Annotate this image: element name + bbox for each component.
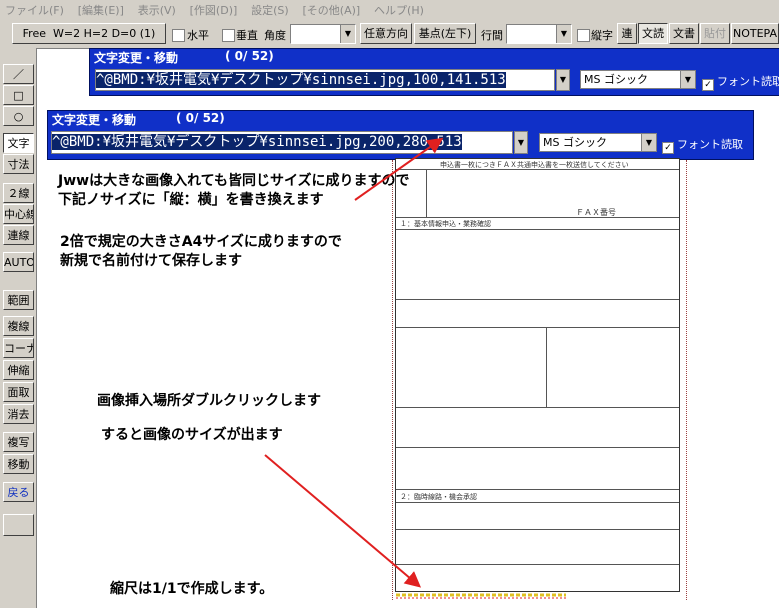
arrow-to-path-icon	[354, 137, 444, 201]
arrow-to-insert-point-icon	[264, 454, 422, 588]
annotation-arrows	[264, 137, 566, 599]
